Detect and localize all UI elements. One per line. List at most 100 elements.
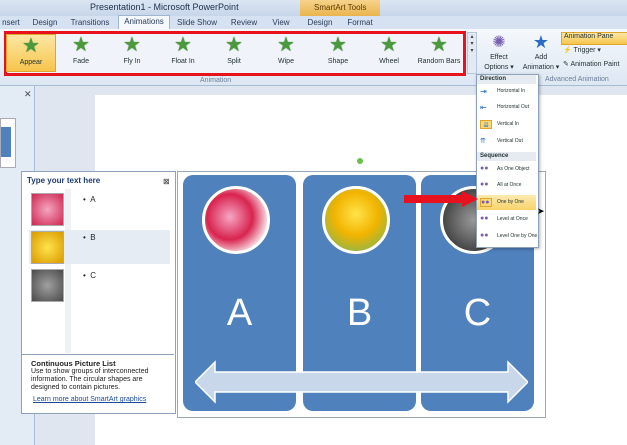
effect-options-label-2: Options ▾ xyxy=(484,64,514,71)
learn-more-link[interactable]: Learn more about SmartArt graphics xyxy=(33,396,146,403)
animation-label: Float In xyxy=(171,58,195,65)
tab-transitions[interactable]: Transitions xyxy=(68,17,112,29)
dots-icon: ●● xyxy=(480,181,489,188)
close-icon[interactable]: ⊠ xyxy=(163,177,170,186)
animation-label: Wipe xyxy=(278,58,294,65)
animation-shape[interactable]: ★ Shape xyxy=(313,34,363,72)
item-text: A xyxy=(90,195,96,204)
menu-item-level-one-by-one[interactable]: ●● Level One by One xyxy=(477,229,538,244)
menu-item-label: As One Object xyxy=(497,166,530,172)
sequence-header: Sequence xyxy=(477,152,536,161)
rotate-handle[interactable] xyxy=(357,158,363,164)
layout-description: Use to show groups of interconnected inf… xyxy=(31,368,149,391)
bullet-text: • B xyxy=(83,233,96,242)
tab-slide-show[interactable]: Slide Show xyxy=(176,17,218,29)
item-text: B xyxy=(90,233,96,242)
level-sequence-dots-icon: ●● xyxy=(480,232,489,239)
text-pane-item[interactable]: • C xyxy=(29,268,170,302)
level-dots-icon: ●● xyxy=(480,215,489,222)
text-pane-item[interactable]: • B xyxy=(29,230,170,264)
animation-label: Fade xyxy=(73,58,89,65)
animation-fade[interactable]: ★ Fade xyxy=(56,34,106,72)
double-arrow-shape[interactable] xyxy=(195,360,528,404)
add-animation-icon: ★ xyxy=(532,32,550,52)
menu-item-one-by-one[interactable]: ●● One by One xyxy=(477,195,536,210)
picture-hearts[interactable] xyxy=(202,186,270,254)
bullet-text: • A xyxy=(83,195,96,204)
menu-item-label: One by One xyxy=(497,199,524,205)
tab-insert[interactable]: nsert xyxy=(0,17,22,29)
animation-painter-button[interactable]: ✎ Animation Paint xyxy=(561,60,619,71)
arrow-down-icon: ⇊ xyxy=(480,120,492,129)
animation-random-bars[interactable]: ★ Random Bars xyxy=(414,34,464,72)
smartart-label-b[interactable]: B xyxy=(303,292,416,335)
star-icon: ★ xyxy=(380,34,398,56)
direction-header: Direction xyxy=(477,75,536,84)
animation-pane-button[interactable]: Animation Pane xyxy=(561,32,627,45)
gallery-scroll-button[interactable]: ▴ ▾ ▾ xyxy=(467,32,477,74)
tab-view[interactable]: View xyxy=(268,17,294,29)
menu-item-horizontal-out[interactable]: ⇤ Horizontal Out xyxy=(477,100,536,115)
tab-animations[interactable]: Animations xyxy=(118,15,170,30)
add-animation-label-2: Animation ▾ xyxy=(522,64,560,71)
smartart-label-a[interactable]: A xyxy=(183,292,296,335)
star-icon: ★ xyxy=(430,34,448,56)
animation-painter-label: Animation Paint xyxy=(570,61,620,68)
tab-smartart-format[interactable]: Format xyxy=(344,17,376,29)
menu-item-label: Horizontal In xyxy=(497,88,526,94)
tab-review[interactable]: Review xyxy=(228,17,260,29)
menu-item-vertical-out[interactable]: ⇈ Vertical Out xyxy=(477,134,536,149)
animation-appear[interactable]: ★ Appear xyxy=(6,34,56,72)
menu-item-vertical-in[interactable]: ⇊ Vertical In xyxy=(477,117,536,132)
menu-item-label: Level One by One xyxy=(497,233,538,239)
animation-wipe[interactable]: ★ Wipe xyxy=(261,34,311,72)
star-icon: ★ xyxy=(123,34,141,56)
animation-group-label: Animation xyxy=(200,77,232,84)
text-pane-divider xyxy=(22,354,174,355)
star-icon: ★ xyxy=(277,34,295,56)
star-icon: ★ xyxy=(174,34,192,56)
effect-options-button[interactable]: ✺ Effect Options ▾ xyxy=(480,32,518,76)
menu-item-as-one-object[interactable]: ●● As One Object xyxy=(477,162,536,177)
tab-smartart-design[interactable]: Design xyxy=(304,17,336,29)
effect-options-label: Effect xyxy=(490,54,508,61)
animation-label: Fly In xyxy=(123,58,141,65)
star-icon: ★ xyxy=(22,35,40,57)
thumbnail-tulips-image xyxy=(31,231,64,264)
text-pane-title: Type your text here xyxy=(27,176,101,185)
animation-label: Wheel xyxy=(379,58,399,65)
slide-thumbnail[interactable] xyxy=(0,118,16,168)
trigger-button[interactable]: ⚡ Trigger ▾ xyxy=(561,46,601,57)
menu-item-horizontal-in[interactable]: ⇥ Horizontal In xyxy=(477,84,536,99)
tab-design[interactable]: Design xyxy=(28,17,62,29)
text-pane-item[interactable]: • A xyxy=(29,192,170,226)
animation-float-in[interactable]: ★ Float In xyxy=(158,34,208,72)
animation-split[interactable]: ★ Split xyxy=(209,34,259,72)
smartart-label-c[interactable]: C xyxy=(421,292,534,335)
contextual-group-label: SmartArt Tools xyxy=(314,3,367,12)
star-icon: ★ xyxy=(72,34,90,56)
menu-item-all-at-once[interactable]: ●● All at Once xyxy=(477,178,536,193)
window-title: Presentation1 - Microsoft PowerPoint xyxy=(90,2,239,12)
contextual-tab-group: SmartArt Tools xyxy=(300,0,380,16)
animation-wheel[interactable]: ★ Wheel xyxy=(364,34,414,72)
effect-options-icon: ✺ xyxy=(492,34,506,51)
picture-tulips[interactable] xyxy=(322,186,390,254)
arrow-up-icon: ⇈ xyxy=(480,138,486,145)
add-animation-button[interactable]: ★ Add Animation ▾ xyxy=(522,32,560,76)
animation-fly-in[interactable]: ★ Fly In xyxy=(107,34,157,72)
menu-item-label: Vertical Out xyxy=(497,138,523,144)
thumbnail-graphic xyxy=(1,127,11,157)
animation-label: Split xyxy=(227,58,241,65)
item-text: C xyxy=(90,271,97,280)
bullet-text: • C xyxy=(83,271,97,280)
annotation-arrow-icon xyxy=(404,191,478,207)
close-pane-icon[interactable]: ✕ xyxy=(24,89,32,100)
star-icon: ★ xyxy=(329,34,347,56)
menu-item-level-at-once[interactable]: ●● Level at Once xyxy=(477,212,536,227)
trigger-icon: ⚡ xyxy=(563,47,574,54)
advanced-animation-group-label: Advanced Animation xyxy=(545,76,609,83)
animation-label: Random Bars xyxy=(417,58,461,65)
arrow-right-icon: ⇥ xyxy=(480,87,487,96)
menu-item-label: Level at Once xyxy=(497,216,528,222)
